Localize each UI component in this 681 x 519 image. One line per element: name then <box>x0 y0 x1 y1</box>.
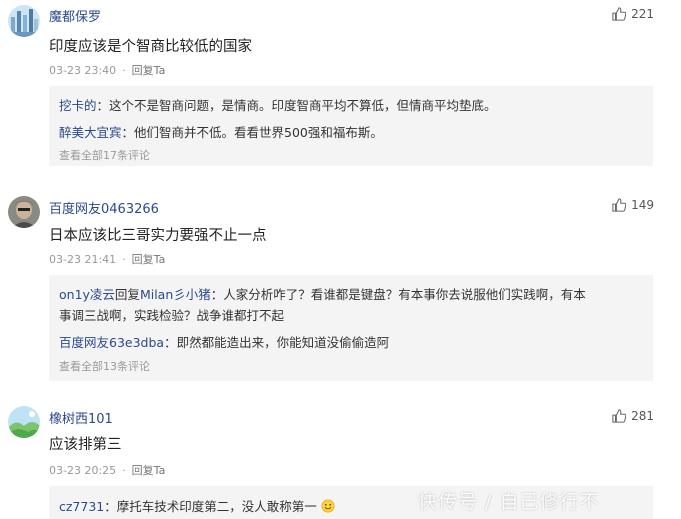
reply-username[interactable]: 挖卡的 <box>59 98 97 113</box>
username[interactable]: 魔都保罗 <box>49 6 101 25</box>
avatar[interactable] <box>8 196 40 228</box>
comment-2: 百度网友0463266 149 日本应该比三哥实力要强不止一点 03-23 21… <box>0 190 681 385</box>
reply-text: ：这个不是智商问题，是情商。印度智商平均不算低，但情商平均垫底。 <box>96 98 497 113</box>
smile-emoji-icon <box>321 499 335 513</box>
view-all-replies-link[interactable]: 查看全部13条评论 <box>59 358 150 374</box>
like-count: 281 <box>631 409 654 423</box>
reply-text-continued: 事调三战啊，实践检验？战争谁都打不起 <box>59 308 285 323</box>
like-button[interactable]: 221 <box>612 7 654 21</box>
thumbs-up-icon <box>612 7 627 21</box>
thumbs-up-icon <box>612 198 627 212</box>
comment-meta: 03-23 20:25 · 回复Ta <box>49 464 166 477</box>
like-count: 221 <box>631 7 654 21</box>
reply-text: ：摩托车技术印度第二，没人敢称第一 <box>104 499 317 514</box>
reply-username[interactable]: 醉美大宜宾 <box>59 125 122 140</box>
reply-item: 挖卡的：这个不是智商问题，是情商。印度智商平均不算低，但情商平均垫底。 <box>59 95 497 114</box>
comment-text: 应该排第三 <box>49 437 122 453</box>
reply-target-username[interactable]: Milan彡小猪 <box>140 287 211 302</box>
view-all-replies-link[interactable]: 查看全部17条评论 <box>59 147 150 163</box>
reply-button[interactable]: 回复Ta <box>132 64 166 77</box>
reply-username[interactable]: 百度网友63e3dba <box>59 335 164 350</box>
reply-box: 挖卡的：这个不是智商问题，是情商。印度智商平均不算低，但情商平均垫底。 醉美大宜… <box>49 86 653 166</box>
timestamp: 03-23 20:25 <box>49 464 117 477</box>
reply-item: on1y凌云回复Milan彡小猪：人家分析咋了？看谁都是键盘？有本事你去说服他们… <box>59 284 586 303</box>
reply-item: 醉美大宜宾：他们智商并不低。看看世界500强和福布斯。 <box>59 122 383 141</box>
reply-mid: 回复 <box>114 287 140 302</box>
comment-text: 日本应该比三哥实力要强不止一点 <box>49 228 267 244</box>
username[interactable]: 橡树西101 <box>49 408 113 427</box>
comment-text: 印度应该是个智商比较低的国家 <box>49 39 252 55</box>
avatar[interactable] <box>8 406 40 438</box>
reply-button[interactable]: 回复Ta <box>132 464 166 477</box>
reply-text: ：人家分析咋了？看谁都是键盘？有本事你去说服他们实践啊，有本 <box>210 287 586 302</box>
reply-username[interactable]: on1y凌云 <box>59 287 115 302</box>
reply-item: 百度网友63e3dba：即然都能造出来，你能知道没偷偷造阿 <box>59 332 389 351</box>
watermark: 快传号 / 自己修行不 <box>418 491 600 513</box>
reply-button[interactable]: 回复Ta <box>132 253 166 266</box>
like-count: 149 <box>631 198 654 212</box>
reply-item: cz7731：摩托车技术印度第二，没人敢称第一 <box>59 496 335 515</box>
like-button[interactable]: 281 <box>612 409 654 423</box>
reply-text: ：他们智商并不低。看看世界500强和福布斯。 <box>121 125 383 140</box>
comment-meta: 03-23 23:40 · 回复Ta <box>49 64 166 77</box>
avatar[interactable] <box>8 5 40 37</box>
like-button[interactable]: 149 <box>612 198 654 212</box>
timestamp: 03-23 23:40 <box>49 64 117 77</box>
reply-username[interactable]: cz7731 <box>59 499 104 514</box>
thumbs-up-icon <box>612 409 627 423</box>
username[interactable]: 百度网友0463266 <box>49 198 159 217</box>
reply-text: ：即然都能造出来，你能知道没偷偷造阿 <box>164 335 390 350</box>
timestamp: 03-23 21:41 <box>49 253 117 266</box>
comment-meta: 03-23 21:41 · 回复Ta <box>49 253 166 266</box>
reply-box: on1y凌云回复Milan彡小猪：人家分析咋了？看谁都是键盘？有本事你去说服他们… <box>49 275 653 381</box>
comment-1: 魔都保罗 221 印度应该是个智商比较低的国家 03-23 23:40 · 回复Ta… <box>0 0 681 170</box>
